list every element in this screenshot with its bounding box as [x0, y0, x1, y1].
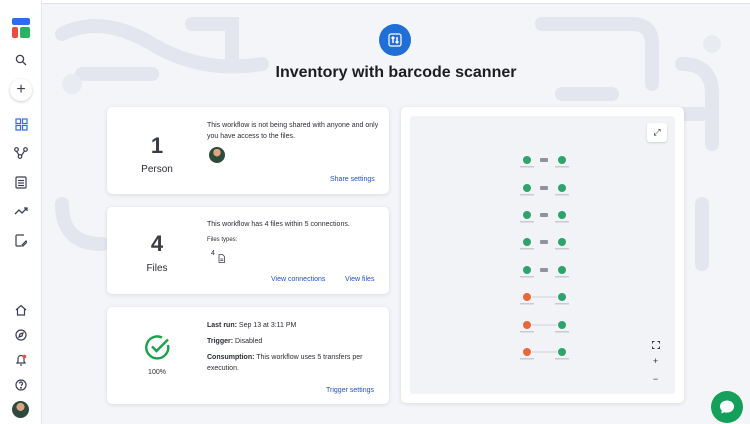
workflow-node-target — [558, 211, 566, 219]
explore-icon[interactable] — [11, 325, 31, 345]
view-connections-link[interactable]: View connections — [271, 276, 325, 283]
workflow-node-caption — [555, 194, 569, 196]
help-icon[interactable] — [11, 375, 31, 395]
notifications-icon[interactable] — [11, 350, 31, 370]
sidebar: + — [0, 0, 42, 424]
success-check-icon — [144, 334, 171, 361]
workflow-node-caption — [555, 248, 569, 250]
zoom-out-icon[interactable]: − — [648, 372, 663, 386]
search-icon[interactable] — [11, 50, 31, 70]
shared-user-avatar — [209, 147, 225, 163]
view-files-link[interactable]: View files — [345, 276, 374, 283]
workflow-graph — [520, 156, 569, 360]
workflow-connector — [540, 268, 548, 272]
workflow-node-target — [558, 238, 566, 246]
people-label: Person — [141, 164, 173, 175]
workflow-node-source — [523, 348, 531, 356]
workflow-connector — [540, 158, 548, 162]
workflow-node-target — [558, 321, 566, 329]
people-count: 1 — [150, 133, 164, 158]
last-run-label: Last run: — [207, 322, 237, 329]
workflow-connector — [540, 213, 548, 217]
analytics-icon[interactable] — [11, 201, 31, 221]
trigger-settings-link[interactable]: Trigger settings — [326, 387, 374, 394]
workflow-node-caption — [520, 358, 534, 360]
workflow-node-source — [523, 211, 531, 219]
fit-view-icon[interactable] — [648, 338, 663, 352]
dashboard-icon[interactable] — [11, 114, 31, 134]
sharing-description: This workflow is not being shared with a… — [207, 122, 379, 140]
workflow-node-caption — [555, 331, 569, 333]
workflow-node-source — [523, 321, 531, 329]
workflow-node-caption — [555, 358, 569, 360]
workflow-node-target — [558, 184, 566, 192]
workflow-node-caption — [555, 221, 569, 223]
workflow-node-target — [558, 293, 566, 301]
user-avatar[interactable] — [12, 401, 29, 418]
files-types-label: Files types: — [207, 237, 238, 243]
files-count: 4 — [150, 231, 164, 256]
workflow-node-caption — [520, 221, 534, 223]
workflow-node-caption — [555, 276, 569, 278]
share-settings-link[interactable]: Share settings — [330, 176, 375, 183]
run-status-card: 100% Last run: Sep 13 at 3:11 PM Trigger… — [107, 307, 389, 404]
workflow-node-source — [523, 293, 531, 301]
document-icon — [218, 250, 225, 268]
workflow-connector — [540, 186, 548, 190]
workflow-node-caption — [520, 331, 534, 333]
success-percent: 100% — [148, 369, 166, 376]
zoom-in-icon[interactable]: + — [648, 354, 663, 368]
page-title: Inventory with barcode scanner — [275, 64, 517, 81]
file-types-count: 4 — [211, 250, 215, 257]
files-label: Files — [146, 263, 168, 274]
workflow-canvas[interactable]: ⤢ + − — [410, 116, 675, 394]
workflow-preview: ⤢ + − — [401, 107, 684, 403]
workflow-icon[interactable] — [11, 143, 31, 163]
workflow-connector — [540, 240, 548, 244]
import-export-arrows-icon — [379, 24, 411, 56]
trigger-label: Trigger: — [207, 338, 234, 345]
workflow-node-caption — [520, 248, 534, 250]
files-description: This workflow has 4 files within 5 conne… — [207, 221, 350, 228]
list-icon[interactable] — [11, 172, 31, 192]
files-card: 4 Files This workflow has 4 files within… — [107, 207, 389, 294]
workflow-node-source — [523, 266, 531, 274]
consumption-label: Consumption: — [207, 354, 255, 361]
last-run-value: Sep 13 at 3:11 PM — [238, 322, 297, 329]
app-logo[interactable] — [12, 18, 30, 38]
workflow-node-caption — [520, 276, 534, 278]
workflow-node-source — [523, 156, 531, 164]
add-icon[interactable]: + — [10, 79, 32, 101]
workflow-node-caption — [520, 303, 534, 305]
top-bar — [42, 0, 750, 4]
home-icon[interactable] — [11, 300, 31, 320]
workflow-node-target — [558, 348, 566, 356]
edit-document-icon[interactable] — [11, 230, 31, 250]
sharing-card: 1 Person This workflow is not being shar… — [107, 107, 389, 194]
trigger-value: Disabled — [235, 338, 263, 345]
workflow-node-caption — [555, 303, 569, 305]
workflow-node-caption — [520, 194, 534, 196]
chat-icon[interactable] — [711, 391, 743, 423]
workflow-node-target — [558, 266, 566, 274]
workflow-node-caption — [520, 166, 534, 168]
workflow-node-target — [558, 156, 566, 164]
workflow-node-source — [523, 238, 531, 246]
workflow-node-caption — [555, 166, 569, 168]
workflow-node-source — [523, 184, 531, 192]
